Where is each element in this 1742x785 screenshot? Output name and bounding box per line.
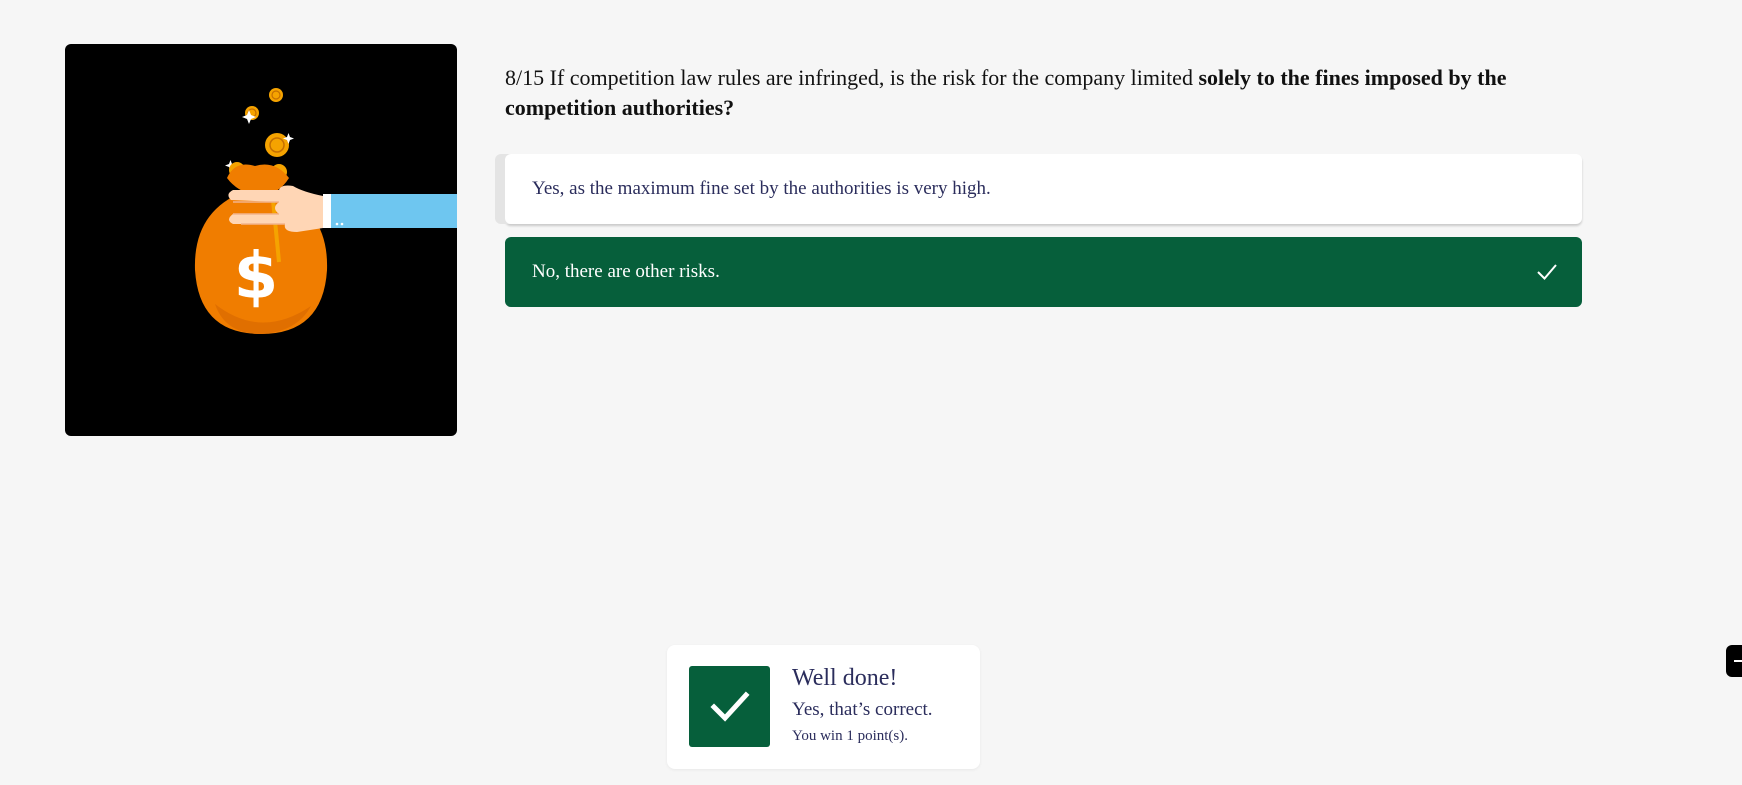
question-text: 8/15 If competition law rules are infrin…: [505, 63, 1585, 123]
answer-label: No, there are other risks.: [532, 261, 720, 282]
answer-option-yes[interactable]: Yes, as the maximum fine set by the auth…: [505, 154, 1582, 224]
question-illustration: $: [65, 44, 457, 436]
svg-text:$: $: [234, 240, 279, 314]
answer-label: Yes, as the maximum fine set by the auth…: [532, 178, 991, 199]
side-panel-toggle[interactable]: [1726, 645, 1742, 677]
minus-icon: [1734, 660, 1742, 662]
feedback-toast: Well done! Yes, that’s correct. You win …: [667, 645, 980, 769]
feedback-points: You win 1 point(s).: [792, 728, 908, 744]
checkmark-icon: [709, 690, 750, 722]
money-bag-hand-icon: $: [194, 88, 457, 334]
question-body: If competition law rules are infringed, …: [549, 65, 1193, 90]
question-number: 8/15: [505, 65, 545, 90]
feedback-title: Well done!: [792, 665, 898, 691]
feedback-badge: [689, 666, 770, 747]
answer-option-no[interactable]: No, there are other risks.: [505, 237, 1582, 307]
checkmark-icon: [1537, 264, 1557, 280]
feedback-message: Yes, that’s correct.: [792, 699, 933, 720]
